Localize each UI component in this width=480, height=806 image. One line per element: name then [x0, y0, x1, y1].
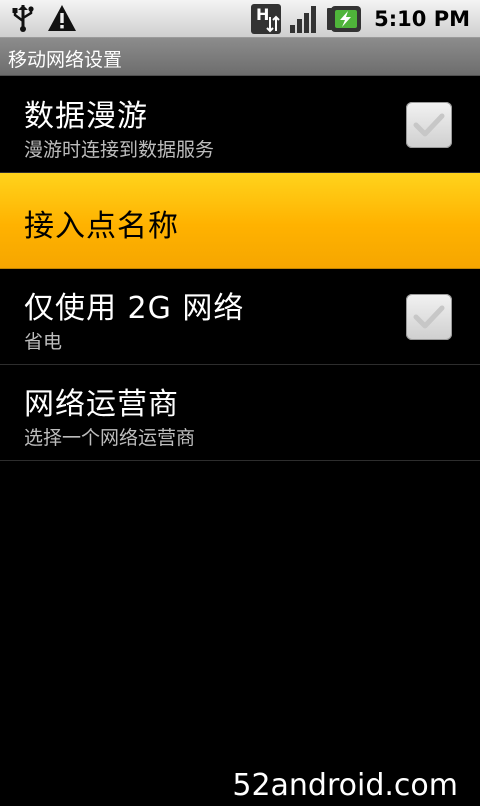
list-item-access-point-names[interactable]: 接入点名称: [0, 173, 480, 269]
usb-icon: [10, 3, 36, 33]
check-icon: [413, 305, 445, 329]
watermark: 52android.com: [232, 768, 458, 803]
status-left-icons: [10, 3, 78, 33]
status-bar: H 5:10 PM: [0, 0, 480, 38]
status-right-icons: H 5:10 PM: [250, 3, 470, 35]
list-item-title: 数据漫游: [24, 99, 148, 134]
data-roaming-checkbox[interactable]: [406, 102, 452, 148]
title-bar: 移动网络设置: [0, 38, 480, 76]
list-item-title: 接入点名称: [24, 209, 179, 244]
hsdpa-data-icon: H: [250, 3, 282, 35]
svg-text:H: H: [256, 5, 269, 24]
check-icon: [413, 113, 445, 137]
list-item-data-roaming[interactable]: 数据漫游 漫游时连接到数据服务: [0, 77, 480, 173]
page-title: 移动网络设置: [8, 49, 123, 71]
list-item-summary: 漫游时连接到数据服务: [24, 139, 215, 161]
battery-charging-icon: [326, 5, 362, 33]
signal-strength-icon: [288, 3, 320, 35]
list-item-use-only-2g[interactable]: 仅使用 2G 网络 省电: [0, 269, 480, 365]
use-only-2g-checkbox[interactable]: [406, 294, 452, 340]
settings-list: 数据漫游 漫游时连接到数据服务 接入点名称 仅使用 2G 网络 省电 网络运营商…: [0, 77, 480, 461]
list-item-title: 仅使用 2G 网络: [24, 291, 245, 326]
list-item-network-operators[interactable]: 网络运营商 选择一个网络运营商: [0, 365, 480, 461]
warning-icon: [46, 3, 78, 33]
list-item-summary: 选择一个网络运营商: [24, 427, 196, 449]
status-time: 5:10 PM: [374, 7, 470, 31]
list-item-summary: 省电: [24, 331, 63, 353]
list-item-title: 网络运营商: [24, 387, 179, 422]
